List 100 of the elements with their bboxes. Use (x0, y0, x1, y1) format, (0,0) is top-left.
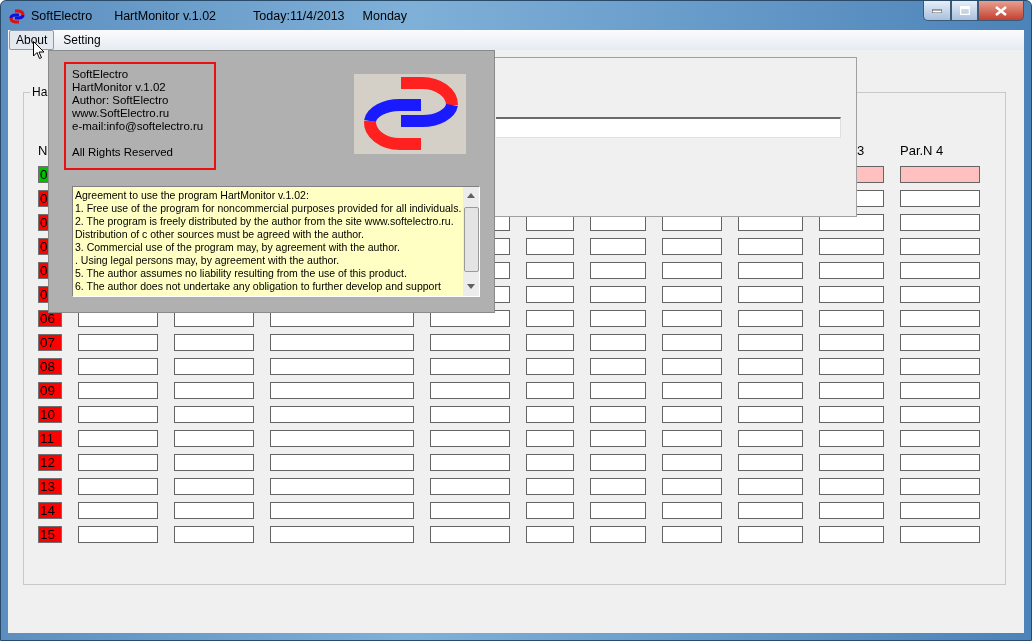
input-field[interactable] (526, 406, 574, 423)
input-field[interactable] (270, 334, 414, 351)
input-field[interactable] (430, 406, 510, 423)
minimize-button[interactable] (923, 1, 951, 21)
input-field[interactable] (270, 454, 414, 471)
scroll-down-icon[interactable] (467, 284, 475, 289)
input-field[interactable] (590, 238, 646, 255)
input-field[interactable] (662, 382, 722, 399)
input-field[interactable] (662, 478, 722, 495)
input-field[interactable] (590, 358, 646, 375)
input-field[interactable] (526, 478, 574, 495)
input-field[interactable] (270, 358, 414, 375)
input-field[interactable] (819, 310, 884, 327)
input-field[interactable] (430, 430, 510, 447)
input-field[interactable] (900, 382, 980, 399)
input-field[interactable] (819, 334, 884, 351)
input-field[interactable] (662, 502, 722, 519)
input-field[interactable] (738, 262, 803, 279)
menu-item[interactable]: Setting (56, 30, 108, 50)
input-field[interactable] (662, 430, 722, 447)
input-field[interactable] (738, 286, 803, 303)
input-field[interactable] (662, 406, 722, 423)
input-field[interactable] (738, 334, 803, 351)
input-field[interactable] (900, 214, 980, 231)
input-field[interactable] (526, 286, 574, 303)
input-field[interactable] (738, 238, 803, 255)
input-field[interactable] (270, 406, 414, 423)
input-field[interactable] (270, 502, 414, 519)
input-field[interactable] (662, 526, 722, 543)
input-field[interactable] (590, 334, 646, 351)
input-field[interactable] (78, 454, 158, 471)
input-field[interactable] (590, 502, 646, 519)
input-field[interactable] (174, 454, 254, 471)
input-field[interactable] (174, 406, 254, 423)
input-field[interactable] (900, 190, 980, 207)
input-field[interactable] (526, 334, 574, 351)
scrollbar-thumb[interactable] (464, 207, 479, 272)
input-field[interactable] (590, 526, 646, 543)
input-field[interactable] (738, 454, 803, 471)
input-field[interactable] (78, 382, 158, 399)
input-field[interactable] (526, 382, 574, 399)
input-field[interactable] (900, 502, 980, 519)
input-field[interactable] (174, 526, 254, 543)
input-field[interactable] (526, 238, 574, 255)
input-field[interactable] (590, 382, 646, 399)
input-field[interactable] (900, 526, 980, 543)
input-field[interactable] (430, 526, 510, 543)
input-field[interactable] (900, 286, 980, 303)
input-field[interactable] (430, 454, 510, 471)
input-field[interactable] (662, 262, 722, 279)
input-field[interactable] (78, 430, 158, 447)
input-field[interactable] (819, 454, 884, 471)
input-field[interactable] (590, 478, 646, 495)
input-field[interactable] (738, 382, 803, 399)
input-field[interactable] (900, 430, 980, 447)
input-field[interactable] (590, 454, 646, 471)
input-field[interactable] (900, 238, 980, 255)
input-field[interactable] (819, 430, 884, 447)
input-field[interactable] (819, 262, 884, 279)
input-field[interactable] (78, 502, 158, 519)
input-field[interactable] (819, 286, 884, 303)
input-field[interactable] (738, 310, 803, 327)
input-field[interactable] (78, 406, 158, 423)
input-field[interactable] (270, 526, 414, 543)
input-field[interactable] (496, 117, 841, 138)
input-field[interactable] (662, 238, 722, 255)
input-field[interactable] (430, 478, 510, 495)
input-field[interactable] (430, 334, 510, 351)
input-field[interactable] (738, 502, 803, 519)
input-field[interactable] (430, 358, 510, 375)
input-field[interactable] (900, 358, 980, 375)
input-field[interactable] (738, 406, 803, 423)
maximize-button[interactable] (951, 1, 978, 21)
input-field[interactable] (78, 334, 158, 351)
input-field[interactable] (590, 406, 646, 423)
input-field[interactable] (900, 262, 980, 279)
input-field[interactable] (526, 502, 574, 519)
input-field[interactable] (270, 478, 414, 495)
input-field[interactable] (819, 502, 884, 519)
input-field[interactable] (819, 406, 884, 423)
input-field[interactable] (900, 310, 980, 327)
input-field[interactable] (78, 358, 158, 375)
input-field[interactable] (738, 478, 803, 495)
input-field[interactable] (270, 430, 414, 447)
input-field[interactable] (900, 454, 980, 471)
input-field[interactable] (590, 262, 646, 279)
input-field[interactable] (662, 454, 722, 471)
input-field[interactable] (590, 286, 646, 303)
input-field[interactable] (174, 502, 254, 519)
input-field[interactable] (590, 430, 646, 447)
input-field[interactable] (819, 238, 884, 255)
input-field[interactable] (819, 526, 884, 543)
input-field[interactable] (526, 262, 574, 279)
input-field[interactable] (900, 406, 980, 423)
input-field[interactable] (738, 526, 803, 543)
agreement-text-area[interactable] (72, 186, 480, 297)
input-field[interactable] (738, 430, 803, 447)
close-button[interactable] (978, 1, 1024, 21)
input-field[interactable] (430, 502, 510, 519)
input-field[interactable] (78, 478, 158, 495)
